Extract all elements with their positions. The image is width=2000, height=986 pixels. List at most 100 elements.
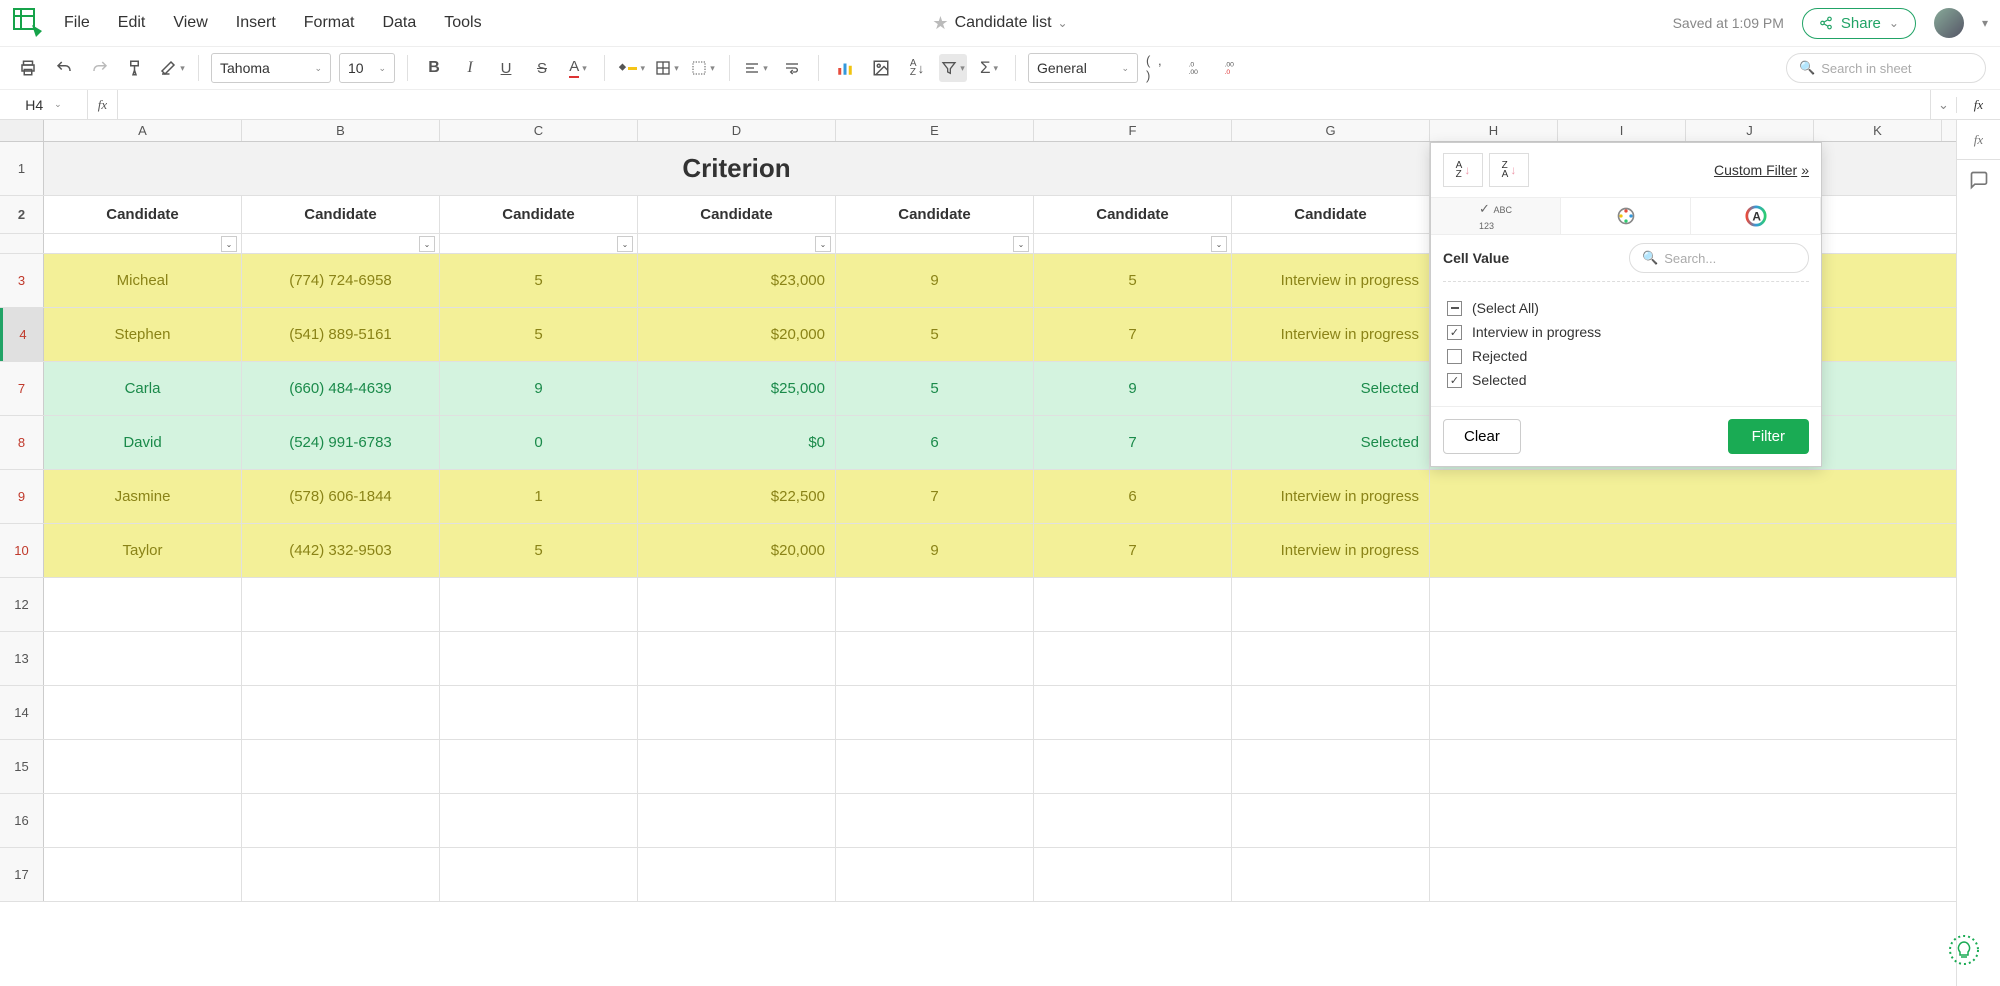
empty-cell[interactable] [1232, 740, 1430, 793]
data-cell[interactable]: $25,000 [638, 362, 836, 415]
formula-input[interactable] [118, 90, 1930, 119]
empty-cell[interactable] [1232, 848, 1430, 901]
col-header[interactable]: K [1814, 120, 1942, 141]
header-cell[interactable]: Candidate [836, 196, 1034, 233]
row-header[interactable]: 16 [0, 794, 44, 847]
col-header[interactable]: G [1232, 120, 1430, 141]
data-cell[interactable]: 5 [1034, 254, 1232, 307]
data-cell[interactable]: 9 [836, 524, 1034, 577]
empty-cell[interactable] [44, 686, 242, 739]
empty-cell[interactable] [242, 686, 440, 739]
col-header[interactable]: F [1034, 120, 1232, 141]
filter-tab-color[interactable] [1561, 198, 1691, 234]
col-header[interactable]: H [1430, 120, 1558, 141]
header-cell[interactable]: Candidate [242, 196, 440, 233]
number-format-select[interactable]: General⌄ [1028, 53, 1138, 83]
data-cell[interactable]: 9 [1034, 362, 1232, 415]
empty-cell[interactable] [1232, 578, 1430, 631]
comment-rail-icon[interactable] [1957, 160, 2000, 200]
remove-decimal-icon[interactable]: .00.0 [1218, 54, 1246, 82]
data-cell[interactable]: 5 [440, 254, 638, 307]
share-button[interactable]: Share ⌄ [1802, 8, 1916, 39]
data-cell[interactable]: $23,000 [638, 254, 836, 307]
empty-cell[interactable] [44, 740, 242, 793]
column-filter-button[interactable]: ⌄ [617, 236, 633, 252]
data-cell[interactable]: Interview in progress [1232, 254, 1430, 307]
data-cell[interactable]: (578) 606-1844 [242, 470, 440, 523]
filter-tab-textcolor[interactable]: A [1691, 198, 1821, 234]
header-cell[interactable]: Candidate [1232, 196, 1430, 233]
document-title[interactable]: ★ Candidate list ⌄ [932, 13, 1067, 34]
data-cell[interactable]: 5 [440, 308, 638, 361]
column-filter-button[interactable]: ⌄ [1211, 236, 1227, 252]
empty-cell[interactable] [242, 794, 440, 847]
header-cell[interactable]: Candidate [638, 196, 836, 233]
filter-option[interactable]: Interview in progress [1443, 320, 1809, 344]
clear-button[interactable]: Clear [1443, 419, 1521, 454]
data-cell[interactable]: Interview in progress [1232, 470, 1430, 523]
row-header[interactable]: 9 [0, 470, 44, 523]
column-filter-button[interactable]: ⌄ [221, 236, 237, 252]
data-cell[interactable]: Selected [1232, 362, 1430, 415]
data-cell[interactable]: 5 [440, 524, 638, 577]
empty-cell[interactable] [638, 740, 836, 793]
data-cell[interactable]: 7 [1034, 524, 1232, 577]
data-cell[interactable]: 7 [1034, 308, 1232, 361]
menu-format[interactable]: Format [304, 14, 355, 32]
empty-cell[interactable] [44, 632, 242, 685]
italic-icon[interactable]: I [456, 54, 484, 82]
star-icon[interactable]: ★ [932, 13, 948, 34]
empty-cell[interactable] [242, 578, 440, 631]
empty-cell[interactable] [836, 578, 1034, 631]
col-header[interactable]: C [440, 120, 638, 141]
col-header[interactable]: D [638, 120, 836, 141]
menu-data[interactable]: Data [382, 14, 416, 32]
empty-cell[interactable] [638, 848, 836, 901]
empty-cell[interactable] [44, 848, 242, 901]
align-icon[interactable]: ▾ [742, 54, 770, 82]
empty-cell[interactable] [1034, 632, 1232, 685]
empty-cell[interactable] [836, 740, 1034, 793]
data-cell[interactable]: David [44, 416, 242, 469]
col-header[interactable]: B [242, 120, 440, 141]
filter-option[interactable]: Rejected [1443, 344, 1809, 368]
filter-icon[interactable]: ▾ [939, 54, 967, 82]
search-input[interactable]: 🔍 Search in sheet [1786, 53, 1986, 83]
data-cell[interactable]: $20,000 [638, 308, 836, 361]
filter-option[interactable]: (Select All) [1443, 296, 1809, 320]
format-painter-icon[interactable] [122, 54, 150, 82]
sort-desc-button[interactable]: ZA↓ [1489, 153, 1529, 187]
data-cell[interactable]: 9 [440, 362, 638, 415]
redo-icon[interactable] [86, 54, 114, 82]
borders-icon[interactable]: ▾ [653, 54, 681, 82]
column-filter-button[interactable]: ⌄ [815, 236, 831, 252]
sum-icon[interactable]: Σ▾ [975, 54, 1003, 82]
fx-icon[interactable]: fx [88, 90, 118, 119]
empty-cell[interactable] [836, 632, 1034, 685]
empty-cell[interactable] [242, 632, 440, 685]
chevron-down-icon[interactable]: ▾ [1982, 16, 1988, 30]
data-cell[interactable]: Interview in progress [1232, 524, 1430, 577]
row-header[interactable]: 12 [0, 578, 44, 631]
menu-insert[interactable]: Insert [236, 14, 276, 32]
row-header[interactable]: 1 [0, 142, 44, 195]
empty-cell[interactable] [44, 794, 242, 847]
row-header[interactable]: 10 [0, 524, 44, 577]
data-cell[interactable]: 5 [836, 308, 1034, 361]
fx-rail-icon[interactable]: fx [1957, 120, 2000, 160]
row-header[interactable]: 15 [0, 740, 44, 793]
empty-cell[interactable] [242, 848, 440, 901]
empty-cell[interactable] [440, 794, 638, 847]
strikethrough-icon[interactable]: S [528, 54, 556, 82]
fx-panel-icon[interactable]: fx [1956, 97, 2000, 113]
filter-button[interactable]: Filter [1728, 419, 1809, 454]
empty-cell[interactable] [1232, 686, 1430, 739]
row-header[interactable]: 14 [0, 686, 44, 739]
data-cell[interactable]: Selected [1232, 416, 1430, 469]
bold-icon[interactable]: B [420, 54, 448, 82]
sort-icon[interactable]: AZ↓ [903, 54, 931, 82]
empty-cell[interactable] [440, 632, 638, 685]
empty-cell[interactable] [1034, 578, 1232, 631]
empty-cell[interactable] [440, 686, 638, 739]
sort-asc-button[interactable]: AZ↓ [1443, 153, 1483, 187]
